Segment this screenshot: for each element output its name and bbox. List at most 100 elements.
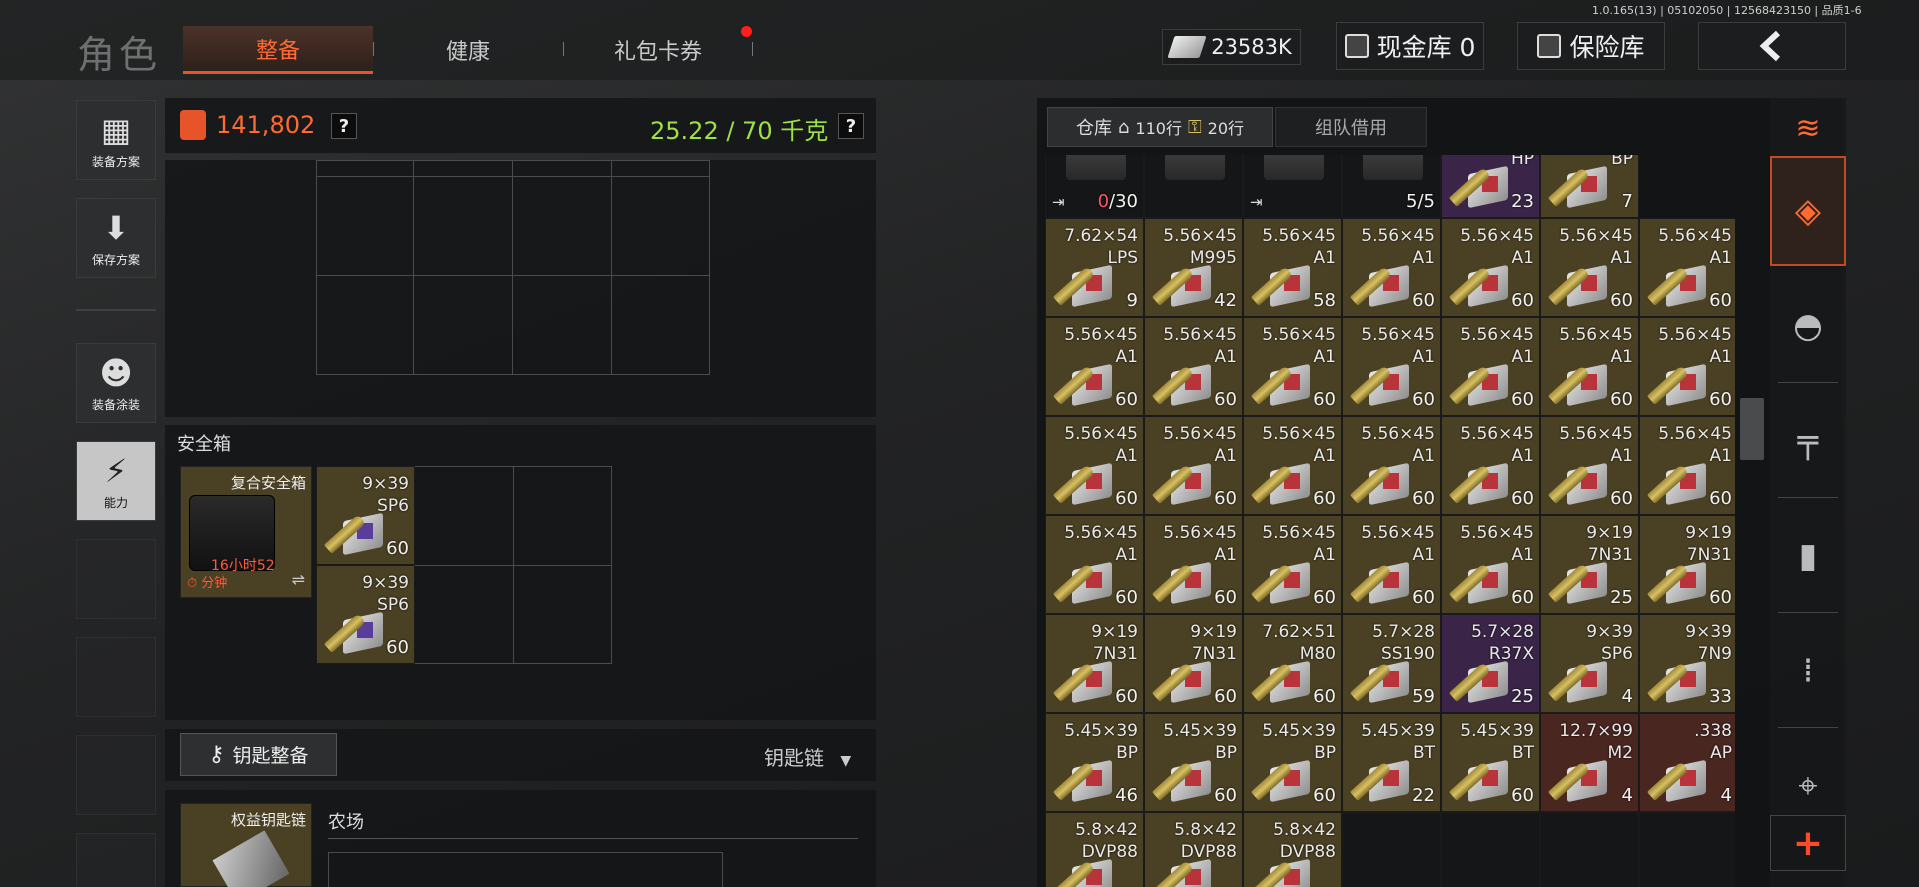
ammo-icon — [1052, 358, 1120, 407]
storage-item[interactable]: 5.56×45 A1 60 — [1441, 218, 1540, 317]
item-count: 22 — [1412, 785, 1435, 806]
storage-item[interactable]: ⇥ — [1243, 155, 1342, 218]
sidebar-item-save-plan[interactable]: ⬇ 保存方案 — [76, 198, 156, 278]
item-cal: 5.7×28 — [1471, 622, 1534, 642]
storage-item[interactable]: 5.56×45 A1 60 — [1243, 416, 1342, 515]
layers-icon[interactable]: ◈ — [1770, 156, 1846, 266]
storage-item[interactable]: 5.45×39 BP 46 — [1045, 713, 1144, 812]
storage-item[interactable]: 5.56×45 A1 60 — [1540, 218, 1639, 317]
storage-item[interactable]: 5.56×45 A1 60 — [1540, 416, 1639, 515]
storage-item[interactable]: 5.45×39 BT 60 — [1441, 713, 1540, 812]
storage-item[interactable]: 5.56×45 A1 60 — [1342, 416, 1441, 515]
item-count: 5/5 — [1406, 191, 1435, 212]
storage-item[interactable]: 5.56×45 A1 60 — [1441, 416, 1540, 515]
storage-item[interactable]: 5.7×28 R37X 25 — [1441, 614, 1540, 713]
storage-item[interactable]: 5.56×45 A1 60 — [1342, 317, 1441, 416]
storage-item[interactable]: 5/5 — [1342, 155, 1441, 218]
storage-item[interactable]: 5.45×39 BP 60 — [1243, 713, 1342, 812]
storage-item[interactable]: 5.56×45 A1 60 — [1144, 416, 1243, 515]
back-button[interactable] — [1698, 22, 1846, 70]
version-text: 1.0.165(13) | 05102050 | 12568423150 | 品… — [1592, 4, 1862, 17]
tab-health[interactable]: 健康 — [373, 26, 563, 74]
plus-icon[interactable]: + — [1770, 815, 1846, 871]
ammo-icon — [1250, 358, 1318, 407]
storage-item[interactable]: 5.56×45 A1 60 — [1342, 218, 1441, 317]
sidebar-item-skin[interactable]: ☻ 装备涂装 — [76, 343, 156, 423]
storage-item[interactable]: HP 23 — [1441, 155, 1540, 218]
storage-item[interactable]: 5.8×42 DVP88 — [1045, 812, 1144, 887]
empty-storage-slot[interactable] — [1540, 812, 1639, 887]
tab-equip[interactable]: 整备 — [183, 26, 373, 74]
storage-item[interactable]: 7.62×54 LPS 9 — [1045, 218, 1144, 317]
weight-help-button[interactable]: ? — [838, 113, 864, 139]
swap-icon[interactable]: ⇌ — [292, 570, 305, 589]
storage-item[interactable]: 5.56×45 A1 60 — [1243, 317, 1342, 416]
storage-item[interactable]: 9×19 7N31 60 — [1639, 515, 1735, 614]
storage-item[interactable]: 5.56×45 A1 60 — [1441, 317, 1540, 416]
ammo-icon — [1349, 556, 1417, 605]
sidebar-item-label: 装备涂装 — [91, 397, 140, 412]
bullet-icon[interactable]: ⁞ — [1770, 625, 1846, 717]
storage-item[interactable]: 5.56×45 M995 42 — [1144, 218, 1243, 317]
sidebar-divider — [76, 309, 156, 311]
ammo-icon — [1547, 160, 1615, 209]
key-equip-button[interactable]: ⚷ 钥匙整备 — [180, 733, 337, 776]
storage-item[interactable]: 5.56×45 A1 60 — [1045, 416, 1144, 515]
value-help-button[interactable]: ? — [331, 113, 357, 139]
sidebar-item-equip-plan[interactable]: ▦ 装备方案 — [76, 100, 156, 180]
storage-item[interactable]: 5.56×45 A1 60 — [1639, 317, 1735, 416]
rifle-icon[interactable]: ╤ — [1770, 395, 1846, 487]
storage-item[interactable]: 5.56×45 A1 60 — [1639, 218, 1735, 317]
safebox-container[interactable]: 复合安全箱 16小时52 ⏱ 分钟 ⇌ — [180, 466, 312, 598]
empty-storage-slot[interactable] — [1441, 812, 1540, 887]
storage-item[interactable]: 9×19 7N31 25 — [1540, 515, 1639, 614]
storage-item[interactable]: 5.56×45 A1 60 — [1441, 515, 1540, 614]
storage-item[interactable]: 5.8×42 DVP88 — [1144, 812, 1243, 887]
storage-item[interactable]: 5.56×45 A1 60 — [1144, 515, 1243, 614]
tab-gift[interactable]: 礼包卡券 — [563, 26, 753, 74]
storage-item[interactable]: 9×19 7N31 60 — [1144, 614, 1243, 713]
keychain-dropdown[interactable]: 钥匙链 ▼ — [764, 742, 851, 771]
storage-item[interactable]: 5.56×45 A1 60 — [1243, 515, 1342, 614]
item-count: 58 — [1313, 290, 1336, 311]
storage-item[interactable]: 5.56×45 A1 60 — [1045, 515, 1144, 614]
storage-item[interactable] — [1144, 155, 1243, 218]
magazine-icon[interactable]: ▮ — [1770, 510, 1846, 602]
helmet-icon[interactable]: ◓ — [1770, 280, 1846, 372]
tab-team-borrow[interactable]: 组队借用 — [1275, 107, 1427, 147]
storage-item[interactable]: 12.7×99 M2 4 — [1540, 713, 1639, 812]
storage-item[interactable]: 5.45×39 BP 60 — [1144, 713, 1243, 812]
safebox-item[interactable]: 9×39 SP6 60 — [316, 466, 415, 565]
storage-item[interactable]: .338 AP 4 — [1639, 713, 1735, 812]
storage-scrollbar[interactable] — [1740, 398, 1764, 460]
storage-item[interactable]: ⇥ 0/30 — [1045, 155, 1144, 218]
storage-item[interactable]: 7.62×51 M80 60 — [1243, 614, 1342, 713]
storage-item[interactable]: 5.56×45 A1 60 — [1639, 416, 1735, 515]
key-rows: 20行 — [1207, 119, 1245, 138]
keychain-slot[interactable]: 权益钥匙链 — [180, 803, 312, 887]
storage-item[interactable]: 5.56×45 A1 60 — [1342, 515, 1441, 614]
cash-vault-button[interactable]: 现金库 0 — [1336, 22, 1484, 70]
insurance-button[interactable]: 保险库 — [1517, 22, 1665, 70]
empty-storage-slot[interactable] — [1342, 812, 1441, 887]
storage-item[interactable]: 5.7×28 SS190 59 — [1342, 614, 1441, 713]
storage-item[interactable]: 5.45×39 BT 22 — [1342, 713, 1441, 812]
sidebar-item-label: 能力 — [103, 495, 128, 510]
storage-item[interactable]: 5.8×42 DVP88 — [1243, 812, 1342, 887]
storage-item[interactable]: 5.56×45 A1 58 — [1243, 218, 1342, 317]
tab-warehouse[interactable]: 仓库 ⌂ 110行 ⚿ 20行 — [1047, 107, 1273, 147]
sidebar-item-ability[interactable]: ⚡ 能力 — [76, 441, 156, 521]
empty-storage-slot[interactable] — [1639, 812, 1735, 887]
item-cal: 5.56×45 — [1064, 424, 1138, 444]
safebox-item[interactable]: 9×39 SP6 60 — [316, 565, 415, 664]
storage-item[interactable]: 5.56×45 A1 60 — [1045, 317, 1144, 416]
stack-refresh-icon[interactable]: ≋ — [1770, 100, 1846, 156]
storage-item[interactable]: BP 7 — [1540, 155, 1639, 218]
storage-item[interactable]: 9×39 SP6 4 — [1540, 614, 1639, 713]
storage-item[interactable]: 5.56×45 A1 60 — [1540, 317, 1639, 416]
safebox-name: 复合安全箱 — [230, 474, 306, 492]
storage-item[interactable]: 5.56×45 A1 60 — [1144, 317, 1243, 416]
storage-item[interactable]: 9×39 7N9 33 — [1639, 614, 1735, 713]
storage-item[interactable]: 9×19 7N31 60 — [1045, 614, 1144, 713]
empty-sidebar-slot — [76, 833, 156, 887]
